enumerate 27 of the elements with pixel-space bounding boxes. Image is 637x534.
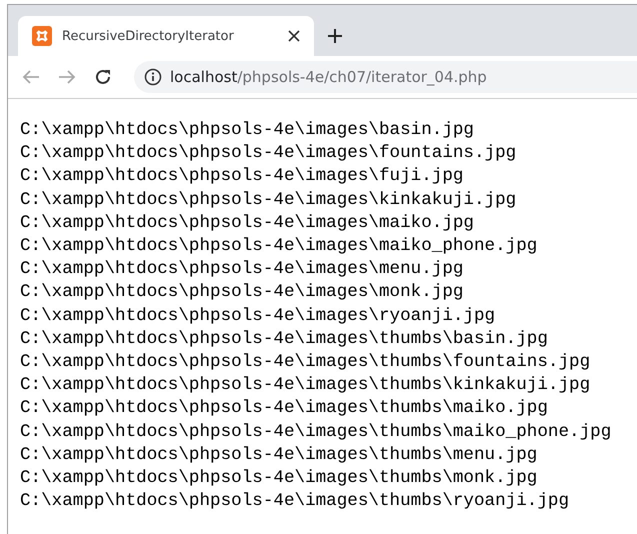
file-path-line: C:\xampp\htdocs\phpsols-4e\images\monk.jpg <box>20 281 464 304</box>
file-path-line: C:\xampp\htdocs\phpsols-4e\images\thumbs\ryoanji.jpg <box>20 490 570 514</box>
file-path-line: C:\xampp\htdocs\phpsols-4e\images\thumbs\kinkakuji.jpg <box>20 374 592 398</box>
info-icon[interactable] <box>144 68 162 86</box>
address-bar[interactable]: localhost/phpsols-4e/ch07/iterator_04.php <box>134 61 637 93</box>
file-path-line: C:\xampp\htdocs\phpsols-4e\images\fuji.jpg <box>20 165 464 188</box>
file-path-line: C:\xampp\htdocs\phpsols-4e\images\thumbs\maiko_phone.jpg <box>20 420 612 444</box>
file-path-line: C:\xampp\htdocs\phpsols-4e\images\kinkakuji.jpg <box>20 188 518 212</box>
xampp-logo-icon <box>32 26 52 46</box>
file-path-line: C:\xampp\htdocs\phpsols-4e\images\thumbs\basin.jpg <box>20 328 549 351</box>
file-path-line: C:\xampp\htdocs\phpsols-4e\images\menu.jpg <box>20 258 464 282</box>
file-path-line: C:\xampp\htdocs\phpsols-4e\images\thumbs\menu.jpg <box>20 444 538 467</box>
file-path-line: C:\xampp\htdocs\phpsols-4e\images\thumbs\monk.jpg <box>20 467 538 490</box>
browser-tab[interactable]: RecursiveDirectoryIterator <box>18 16 314 56</box>
file-path-line: C:\xampp\htdocs\phpsols-4e\images\basin.jpg <box>20 119 475 142</box>
file-path-line: C:\xampp\htdocs\phpsols-4e\images\maiko.jpg <box>20 212 475 235</box>
url-host: localhost <box>170 68 238 86</box>
file-path-line: C:\xampp\htdocs\phpsols-4e\images\maiko_phone.jpg <box>20 235 538 258</box>
new-tab-plus-icon[interactable] <box>328 29 342 43</box>
tab-title: RecursiveDirectoryIterator <box>62 28 235 44</box>
reload-icon[interactable] <box>94 68 112 86</box>
file-path-line: C:\xampp\htdocs\phpsols-4e\images\thumbs\maiko.jpg <box>20 397 549 420</box>
file-path-line: C:\xampp\htdocs\phpsols-4e\images\fountains.jpg <box>20 142 518 166</box>
url-path: /phpsols-4e/ch07/iterator_04.php <box>237 68 487 86</box>
file-path-line: C:\xampp\htdocs\phpsols-4e\images\ryoanji.jpg <box>20 304 496 328</box>
close-icon[interactable] <box>288 30 300 42</box>
file-path-line: C:\xampp\htdocs\phpsols-4e\images\thumbs\fountains.jpg <box>20 351 592 374</box>
